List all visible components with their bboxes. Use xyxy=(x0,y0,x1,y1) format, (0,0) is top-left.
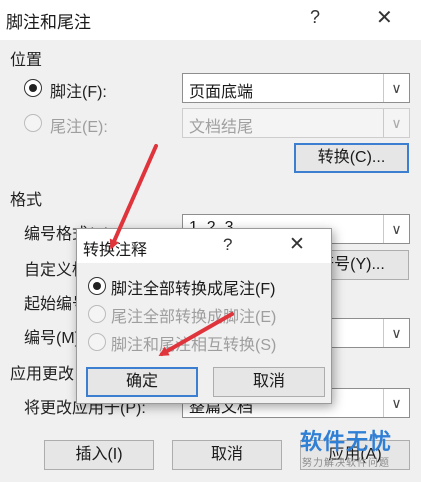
watermark-slogan: 努力解决软件问题 xyxy=(302,458,390,469)
chevron-down-icon: ∨ xyxy=(383,319,409,347)
cancel-button[interactable]: 取消 xyxy=(172,440,282,470)
chevron-down-icon: ∨ xyxy=(383,215,409,243)
convert-cancel-button[interactable]: 取消 xyxy=(213,367,325,397)
watermark-brand: 软件无忧 xyxy=(300,429,393,454)
close-icon[interactable]: ✕ xyxy=(376,5,393,30)
convert-option-radio-3[interactable] xyxy=(88,333,106,351)
help-icon[interactable]: ? xyxy=(223,235,232,255)
chevron-down-icon: ∨ xyxy=(383,74,409,102)
footnote-position-select[interactable]: 页面底端 ∨ xyxy=(182,73,410,103)
endnote-position-select[interactable]: 文档结尾 ∨ xyxy=(182,108,410,138)
convert-notes-dialog: 转换注释 ? ✕ 脚注全部转换成尾注(F) 尾注全部转换成脚注(E) 脚注和尾注… xyxy=(76,228,332,404)
chevron-down-icon: ∨ xyxy=(383,109,409,137)
close-icon[interactable]: ✕ xyxy=(289,233,305,256)
endnote-label: 尾注(E): xyxy=(50,119,108,136)
location-group-label: 位置 xyxy=(10,52,43,69)
convert-option-label-2: 尾注全部转换成脚注(E) xyxy=(111,309,277,326)
endnote-radio[interactable] xyxy=(24,114,42,132)
convert-option-radio-2[interactable] xyxy=(88,305,106,323)
footnote-position-value: 页面底端 xyxy=(189,84,254,101)
ok-button[interactable]: 确定 xyxy=(86,367,198,397)
chevron-down-icon: ∨ xyxy=(383,389,409,417)
convert-button[interactable]: 转换(C)... xyxy=(294,143,409,173)
endnote-position-value: 文档结尾 xyxy=(189,119,254,136)
convert-option-label-3: 脚注和尾注相互转换(S) xyxy=(111,337,277,354)
footnote-label: 脚注(F): xyxy=(50,84,107,101)
help-icon[interactable]: ? xyxy=(310,7,320,28)
footnote-radio[interactable] xyxy=(24,79,42,97)
main-dialog-title: 脚注和尾注 xyxy=(6,13,91,32)
convert-option-label-1: 脚注全部转换成尾注(F) xyxy=(111,281,276,298)
apply-group-label: 应用更改 xyxy=(10,366,75,383)
convert-dialog-title: 转换注释 xyxy=(83,242,148,259)
insert-button[interactable]: 插入(I) xyxy=(44,440,154,470)
format-group-label: 格式 xyxy=(10,192,43,209)
convert-option-radio-1[interactable] xyxy=(88,277,106,295)
